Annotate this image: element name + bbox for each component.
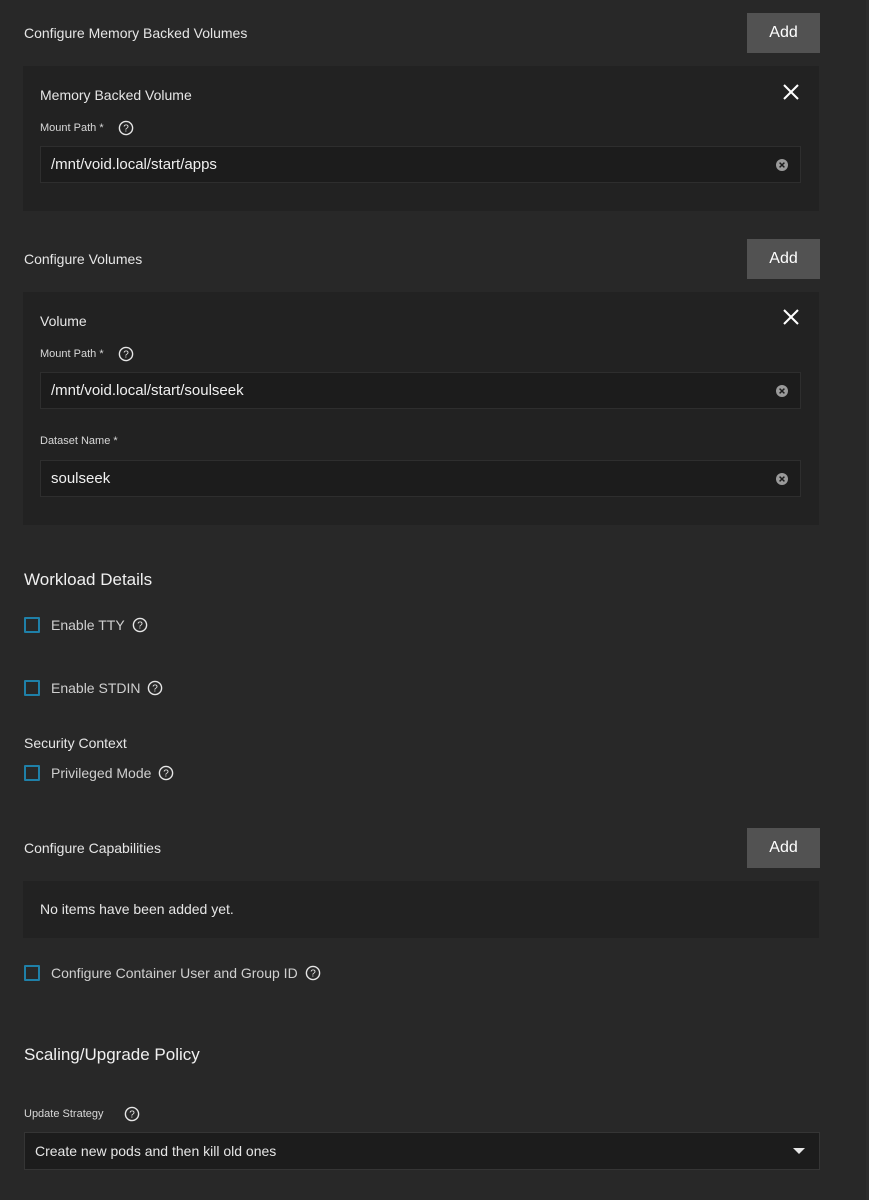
svg-text:?: ?: [153, 684, 159, 695]
scaling-policy-heading: Scaling/Upgrade Policy: [24, 1045, 200, 1064]
chevron-down-icon: [793, 1148, 805, 1154]
volume-card: Volume Mount Path * ? /mnt/void.local/st…: [23, 292, 819, 525]
mount-path-label: Mount Path * ?: [40, 346, 134, 362]
privileged-mode-row: Privileged Mode ?: [24, 765, 174, 781]
mount-path-label-text: Mount Path *: [40, 122, 104, 134]
help-circle-icon[interactable]: ?: [305, 965, 321, 981]
close-icon[interactable]: [782, 308, 800, 326]
svg-text:?: ?: [123, 124, 129, 135]
enable-stdin-row: Enable STDIN ?: [24, 680, 163, 696]
mount-path-label: Mount Path * ?: [40, 120, 134, 136]
clear-circle-icon[interactable]: [775, 384, 789, 398]
privileged-mode-checkbox[interactable]: [24, 765, 40, 781]
volumes-header: Configure Volumes Add: [24, 239, 820, 279]
workload-details-heading: Workload Details: [24, 570, 153, 589]
enable-tty-label[interactable]: Enable TTY: [51, 617, 125, 633]
help-circle-icon[interactable]: ?: [124, 1106, 140, 1122]
help-circle-icon[interactable]: ?: [147, 680, 163, 696]
update-strategy-label-text: Update Strategy: [24, 1108, 104, 1120]
svg-text:?: ?: [123, 350, 129, 361]
update-strategy-select[interactable]: Create new pods and then kill old ones: [24, 1132, 820, 1170]
svg-text:?: ?: [129, 1110, 135, 1121]
memory-mount-path-value: /mnt/void.local/start/apps: [51, 156, 217, 173]
update-strategy-label: Update Strategy ?: [24, 1106, 140, 1122]
container-user-checkbox[interactable]: [24, 965, 40, 981]
dataset-name-label-text: Dataset Name *: [40, 435, 118, 447]
container-user-row: Configure Container User and Group ID ?: [24, 965, 321, 981]
dataset-name-input[interactable]: soulseek: [40, 460, 801, 497]
capabilities-label: Configure Capabilities: [24, 840, 161, 856]
memory-mount-path-input[interactable]: /mnt/void.local/start/apps: [40, 146, 801, 183]
empty-list-text: No items have been added yet.: [40, 901, 234, 917]
svg-text:?: ?: [164, 769, 170, 780]
close-icon[interactable]: [782, 83, 800, 101]
capabilities-header: Configure Capabilities Add: [24, 828, 820, 868]
memory-volume-title: Memory Backed Volume: [40, 87, 192, 103]
volume-mount-path-input[interactable]: /mnt/void.local/start/soulseek: [40, 372, 801, 409]
capabilities-empty-card: No items have been added yet.: [23, 881, 819, 938]
help-circle-icon[interactable]: ?: [118, 346, 134, 362]
enable-stdin-label[interactable]: Enable STDIN: [51, 680, 140, 696]
volume-title: Volume: [40, 313, 87, 329]
memory-volumes-header: Configure Memory Backed Volumes Add: [24, 13, 820, 53]
app-config-page: Configure Memory Backed Volumes Add Memo…: [0, 0, 869, 1200]
dataset-name-label: Dataset Name *: [40, 435, 118, 447]
security-context-label: Security Context: [24, 735, 127, 751]
add-volume-button[interactable]: Add: [747, 239, 820, 279]
svg-text:?: ?: [137, 621, 143, 632]
volumes-label: Configure Volumes: [24, 251, 143, 267]
privileged-mode-label[interactable]: Privileged Mode: [51, 765, 151, 781]
svg-text:?: ?: [310, 969, 316, 980]
add-capability-button[interactable]: Add: [747, 828, 820, 868]
mount-path-label-text: Mount Path *: [40, 348, 104, 360]
dataset-name-value: soulseek: [51, 470, 111, 487]
help-circle-icon[interactable]: ?: [158, 765, 174, 781]
clear-circle-icon[interactable]: [775, 472, 789, 486]
help-circle-icon[interactable]: ?: [132, 617, 148, 633]
enable-stdin-checkbox[interactable]: [24, 680, 40, 696]
memory-volumes-label: Configure Memory Backed Volumes: [24, 25, 248, 41]
memory-volume-card: Memory Backed Volume Mount Path * ? /mnt…: [23, 66, 819, 211]
enable-tty-checkbox[interactable]: [24, 617, 40, 633]
volume-mount-path-value: /mnt/void.local/start/soulseek: [51, 382, 244, 399]
update-strategy-value: Create new pods and then kill old ones: [35, 1143, 277, 1159]
container-user-label[interactable]: Configure Container User and Group ID: [51, 965, 298, 981]
add-memory-volume-button[interactable]: Add: [747, 13, 820, 53]
help-circle-icon[interactable]: ?: [118, 120, 134, 136]
clear-circle-icon[interactable]: [775, 158, 789, 172]
enable-tty-row: Enable TTY ?: [24, 617, 148, 633]
